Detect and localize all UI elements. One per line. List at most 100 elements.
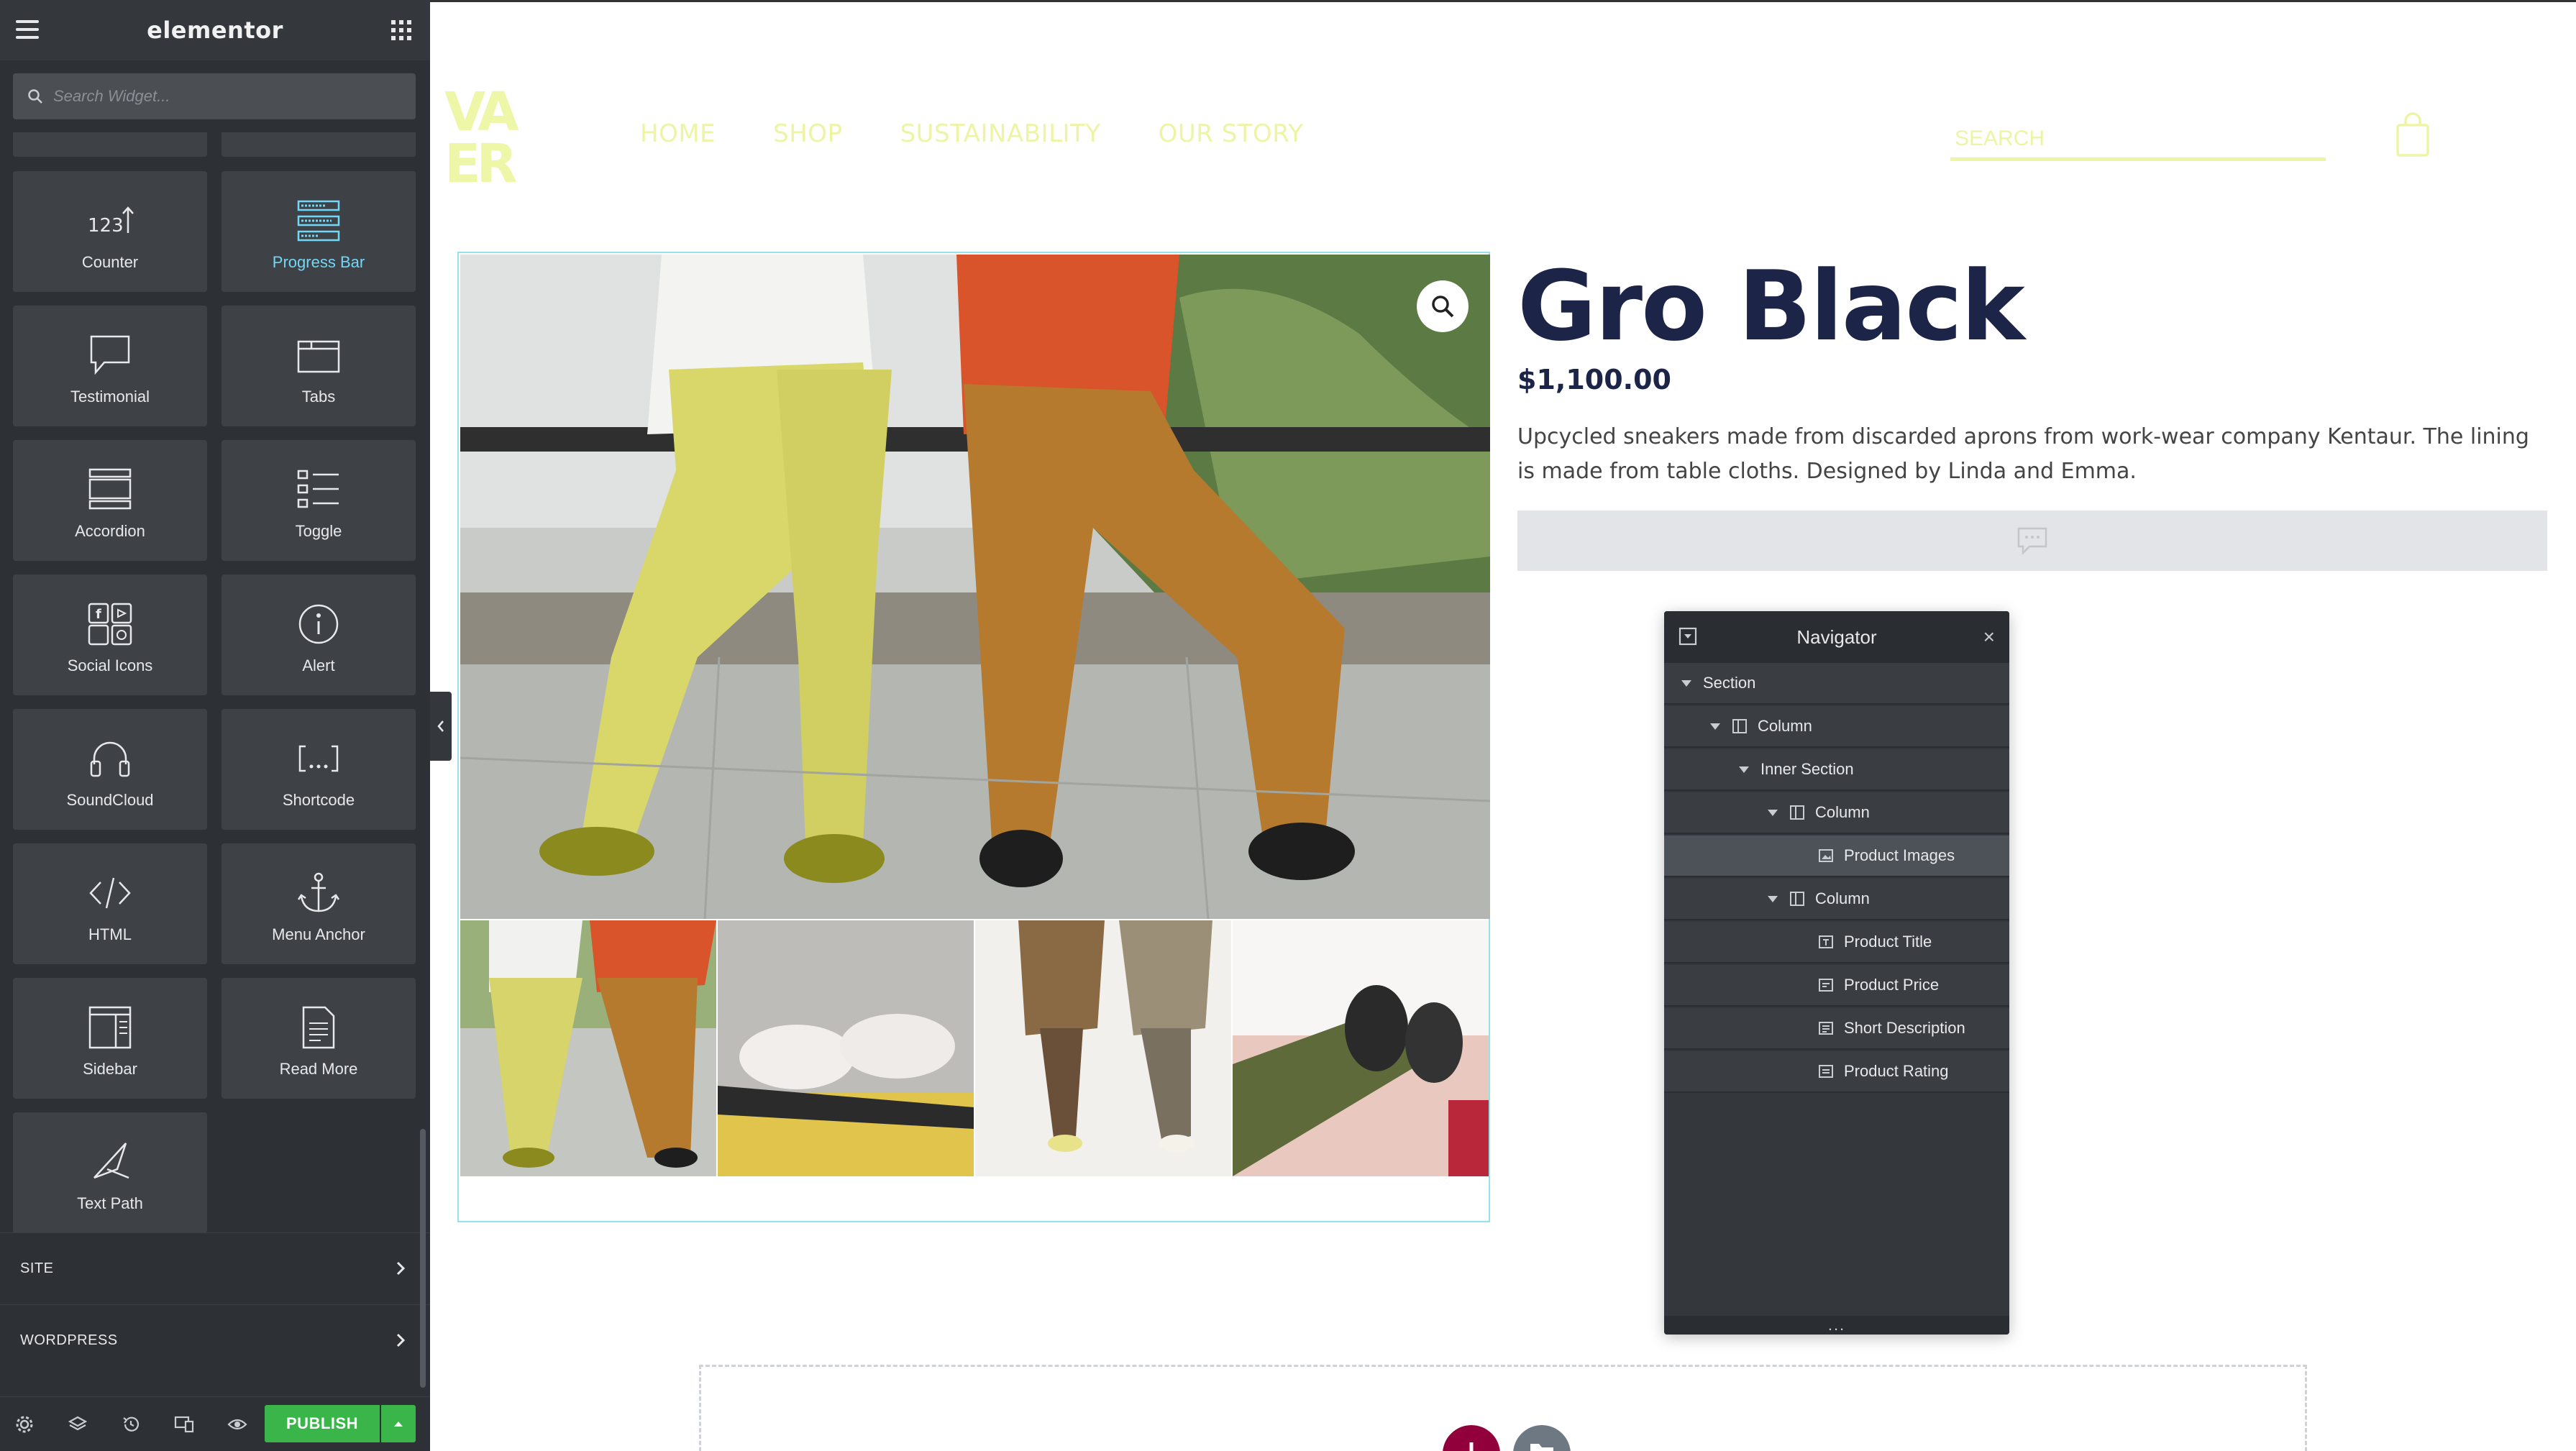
panel-header: elementor	[0, 0, 430, 60]
nav-our-story[interactable]: OUR STORY	[1159, 119, 1304, 148]
logo-text: VAER	[444, 81, 519, 195]
navigator-item-label: Inner Section	[1760, 760, 1854, 778]
panel-scrollbar[interactable]	[420, 1129, 426, 1388]
search-widget-input[interactable]	[53, 87, 391, 106]
elementor-panel: elementor 123 Counter Progress Bar	[0, 0, 430, 1451]
product-rating-placeholder[interactable]	[1517, 511, 2547, 571]
product-thumbnail[interactable]	[1233, 920, 1489, 1176]
widgets-grid-icon[interactable]	[391, 20, 411, 40]
tabs-icon	[297, 340, 340, 373]
widget-tabs[interactable]: Tabs	[221, 306, 416, 426]
partial-widget-tile[interactable]	[13, 132, 207, 157]
nav-home[interactable]: HOME	[640, 119, 716, 148]
navigator-item-product-rating[interactable]: Product Rating	[1664, 1051, 2009, 1093]
column-icon	[1789, 805, 1805, 820]
product-title[interactable]: Gro Black	[1517, 249, 2025, 364]
navigator-panel[interactable]: Navigator × Section Column Inner Section Co…	[1664, 611, 2009, 1335]
publish-options-button[interactable]	[381, 1405, 416, 1442]
history-icon[interactable]	[119, 1413, 142, 1436]
widget-text-path[interactable]: Text Path	[13, 1112, 207, 1233]
layers-icon[interactable]	[66, 1413, 89, 1436]
sidebar-icon	[88, 1006, 132, 1049]
site-search-input[interactable]	[1950, 126, 2326, 151]
testimonial-icon	[90, 335, 130, 375]
navigator-item-product-price[interactable]: Product Price	[1664, 965, 2009, 1007]
canvas-top-border	[430, 0, 2576, 2]
partial-widget-tile[interactable]	[221, 132, 416, 157]
panel-collapse-toggle[interactable]	[430, 692, 452, 761]
widget-social-icons[interactable]: f Social Icons	[13, 575, 207, 695]
category-wordpress[interactable]: WORDPRESS	[0, 1304, 430, 1376]
search-icon	[28, 89, 42, 104]
widget-label: Alert	[302, 656, 335, 674]
price-widget-icon	[1818, 977, 1834, 993]
widget-testimonial[interactable]: Testimonial	[13, 306, 207, 426]
navigator-item-column[interactable]: Column	[1664, 706, 2009, 748]
widget-accordion[interactable]: Accordion	[13, 440, 207, 561]
navigator-item-product-title[interactable]: Product Title	[1664, 922, 2009, 963]
widget-progress-bar[interactable]: Progress Bar	[221, 171, 416, 292]
product-images-widget[interactable]	[457, 252, 1490, 1222]
site-logo[interactable]: VAER	[444, 86, 531, 194]
widget-label: Menu Anchor	[272, 925, 365, 943]
publish-button[interactable]: PUBLISH	[265, 1405, 380, 1442]
navigator-item-column[interactable]: Column	[1664, 792, 2009, 834]
main-navigation: HOME SHOP SUSTAINABILITY OUR STORY	[640, 119, 1304, 148]
close-icon[interactable]: ×	[1983, 627, 1995, 647]
navigator-item-short-description[interactable]: Short Description	[1664, 1008, 2009, 1050]
widgets-list: 123 Counter Progress Bar Testimonial Tab…	[13, 132, 417, 1240]
widget-shortcode[interactable]: Shortcode	[221, 709, 416, 830]
navigator-resize-handle[interactable]: ...	[1664, 1316, 2009, 1335]
category-site[interactable]: SITE	[0, 1232, 430, 1304]
widget-soundcloud[interactable]: SoundCloud	[13, 709, 207, 830]
caret-down-icon[interactable]	[1739, 766, 1749, 773]
thumbnail-image	[975, 920, 1231, 1176]
product-thumbnail[interactable]	[718, 920, 974, 1176]
widget-menu-anchor[interactable]: Menu Anchor	[221, 843, 416, 964]
nav-sustainability[interactable]: SUSTAINABILITY	[900, 119, 1101, 148]
product-short-description[interactable]: Upcycled sneakers made from discarded ap…	[1517, 420, 2553, 489]
navigator-item-label: Section	[1703, 674, 1756, 692]
collapse-icon[interactable]	[1678, 627, 1697, 646]
product-main-image[interactable]	[460, 255, 1490, 919]
caret-down-icon[interactable]	[1768, 895, 1778, 902]
svg-text:123: 123	[88, 215, 124, 237]
navigator-item-inner-section[interactable]: Inner Section	[1664, 749, 2009, 791]
widget-html[interactable]: HTML	[13, 843, 207, 964]
navigator-item-product-images[interactable]: Product Images	[1664, 836, 2009, 877]
navigator-item-column[interactable]: Column	[1664, 879, 2009, 920]
widget-sidebar[interactable]: Sidebar	[13, 978, 207, 1099]
nav-shop[interactable]: SHOP	[773, 119, 842, 148]
widget-label: Testimonial	[70, 388, 150, 406]
caret-down-icon[interactable]	[1681, 679, 1691, 687]
counter-icon: 123	[88, 206, 134, 237]
widget-counter[interactable]: 123 Counter	[13, 171, 207, 292]
widget-toggle[interactable]: Toggle	[221, 440, 416, 561]
add-section-dropzone[interactable]	[699, 1365, 2307, 1451]
soundcloud-icon	[90, 741, 130, 777]
responsive-icon[interactable]	[173, 1413, 196, 1436]
product-thumbnail[interactable]	[460, 920, 716, 1176]
widget-read-more[interactable]: Read More	[221, 978, 416, 1099]
navigator-item-label: Column	[1815, 803, 1870, 821]
caret-down-icon[interactable]	[1768, 809, 1778, 816]
caret-down-icon[interactable]	[1710, 723, 1720, 730]
widget-alert[interactable]: Alert	[221, 575, 416, 695]
menu-icon[interactable]	[16, 20, 39, 39]
settings-icon[interactable]	[13, 1413, 36, 1436]
zoom-button[interactable]	[1417, 280, 1469, 332]
navigator-item-section[interactable]: Section	[1664, 663, 2009, 705]
progress-bar-icon	[297, 200, 340, 242]
product-price[interactable]: $1,100.00	[1517, 364, 1671, 395]
category-label: SITE	[20, 1260, 54, 1276]
chevron-right-icon	[396, 1261, 406, 1276]
product-thumbnail[interactable]	[975, 920, 1231, 1176]
shopping-bag-icon[interactable]	[2395, 112, 2431, 158]
caret-up-icon	[394, 1422, 403, 1427]
widget-label: Progress Bar	[272, 253, 365, 271]
preview-icon[interactable]	[226, 1413, 249, 1436]
add-template-button[interactable]	[1513, 1425, 1571, 1451]
rating-widget-icon	[2017, 527, 2047, 555]
add-section-button[interactable]	[1443, 1425, 1500, 1451]
navigator-header[interactable]: Navigator ×	[1664, 611, 2009, 663]
